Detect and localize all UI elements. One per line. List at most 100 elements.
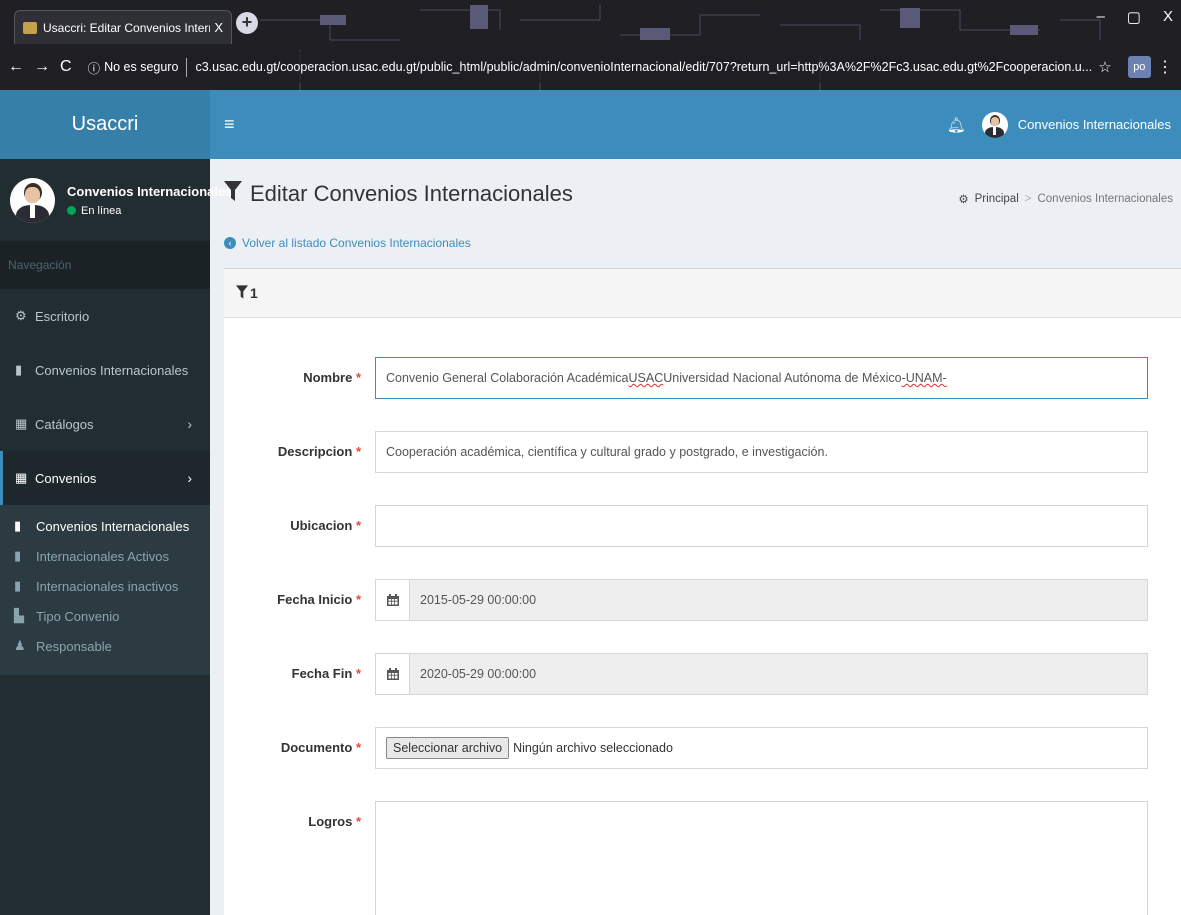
ubicacion-input[interactable] bbox=[375, 505, 1148, 547]
sidebar: Convenios Internacionales En línea Naveg… bbox=[0, 159, 232, 915]
page-title-text: Editar Convenios Internacionales bbox=[250, 181, 573, 206]
ubicacion-label: Ubicacion * bbox=[290, 518, 361, 533]
convenios-submenu: ▮ Convenios Internacionales ▮ Internacio… bbox=[0, 505, 210, 675]
descripcion-input[interactable]: Cooperación académica, científica y cult… bbox=[375, 431, 1148, 473]
fecha-inicio-label: Fecha Inicio * bbox=[277, 592, 361, 607]
submenu-item-tipo-convenio[interactable]: ▙ Tipo Convenio bbox=[0, 601, 210, 631]
browser-chrome: Usaccri: Editar Convenios Interna X + – … bbox=[0, 0, 1181, 90]
browser-tab[interactable]: Usaccri: Editar Convenios Interna X bbox=[14, 10, 232, 44]
online-dot-icon bbox=[67, 206, 76, 215]
user-icon: ♟ bbox=[14, 638, 26, 653]
avatar bbox=[10, 177, 55, 223]
back-link[interactable]: ‹ Volver al listado Convenios Internacio… bbox=[224, 236, 471, 250]
extension-icon[interactable]: po bbox=[1127, 56, 1151, 78]
user-status: En línea bbox=[67, 205, 232, 217]
submenu-item-label: Internacionales inactivos bbox=[36, 578, 179, 594]
favicon-icon bbox=[23, 21, 37, 34]
book-icon: ▮ bbox=[14, 518, 22, 533]
user-name: Convenios Internacionales bbox=[67, 183, 233, 199]
row-fecha-inicio: Fecha Inicio * 2015-05-29 00:00:00 bbox=[224, 579, 1181, 621]
new-tab-button[interactable]: + bbox=[236, 12, 258, 34]
breadcrumb: ⚙ Principal > Convenios Internacionales bbox=[958, 192, 1173, 206]
main-content: Editar Convenios Internacionales ⚙ Princ… bbox=[210, 159, 1181, 915]
submenu-item-label: Responsable bbox=[36, 638, 112, 654]
app-logo[interactable]: Usaccri bbox=[0, 90, 210, 159]
box-title: 1 bbox=[250, 285, 258, 301]
browser-menu-icon[interactable]: ⋮ bbox=[1157, 57, 1173, 77]
fecha-inicio-input[interactable]: 2015-05-29 00:00:00 bbox=[375, 579, 1148, 621]
window-controls: – ▢ X bbox=[1096, 8, 1173, 26]
row-fecha-fin: Fecha Fin * 2020-05-29 00:00:00 bbox=[224, 653, 1181, 695]
bell-icon[interactable]: 🔔︎ bbox=[947, 116, 966, 134]
sidebar-item-label: Convenios Internacionales bbox=[35, 362, 189, 378]
logros-label: Logros * bbox=[308, 814, 361, 829]
submenu-item-label: Internacionales Activos bbox=[36, 548, 169, 564]
close-window-button[interactable]: X bbox=[1163, 8, 1173, 26]
sidebar-item-label: Escritorio bbox=[35, 308, 90, 324]
app-header: Usaccri ≡ 🔔︎ Convenios Internacionales bbox=[0, 90, 1181, 159]
address-bar-row: ← → C ⓘ No es seguro c3.usac.edu.gt/coop… bbox=[0, 44, 1181, 90]
sidebar-item-convenios-internacionales[interactable]: ▮ Convenios Internacionales bbox=[0, 343, 210, 397]
sidebar-item-catalogos[interactable]: ▦ Catálogos › bbox=[0, 397, 210, 451]
back-arrow-icon[interactable]: ← bbox=[8, 58, 24, 76]
breadcrumb-separator: > bbox=[1024, 193, 1032, 205]
chevron-right-icon: › bbox=[187, 416, 192, 432]
file-status: Ningún archivo seleccionado bbox=[513, 741, 673, 755]
fecha-fin-value: 2020-05-29 00:00:00 bbox=[420, 667, 537, 681]
sidebar-toggle-icon[interactable]: ≡ bbox=[224, 114, 235, 135]
user-menu-name: Convenios Internacionales bbox=[1017, 117, 1171, 132]
logros-textarea[interactable] bbox=[375, 801, 1148, 915]
nombre-label: Nombre * bbox=[303, 370, 361, 385]
book-icon: ▮ bbox=[14, 548, 22, 563]
bookmark-star-icon[interactable]: ☆ bbox=[1098, 58, 1111, 76]
tab-close-icon[interactable]: X bbox=[214, 20, 223, 35]
minimize-button[interactable]: – bbox=[1096, 8, 1104, 26]
user-panel: Convenios Internacionales En línea bbox=[0, 159, 232, 241]
dashboard-icon: ⚙ bbox=[958, 194, 969, 206]
top-navbar: ≡ 🔔︎ Convenios Internacionales bbox=[210, 90, 1181, 159]
avatar bbox=[981, 111, 1008, 138]
filter-icon bbox=[224, 181, 242, 207]
sidebar-item-escritorio[interactable]: ⚙ Escritorio bbox=[0, 289, 210, 343]
submenu-item-internacionales-inactivos[interactable]: ▮ Internacionales inactivos bbox=[0, 571, 210, 601]
fecha-inicio-value: 2015-05-29 00:00:00 bbox=[420, 593, 537, 607]
row-ubicacion: Ubicacion * bbox=[224, 505, 1181, 547]
form-box: 1 Nombre * Convenio General Colaboración… bbox=[224, 268, 1181, 915]
fecha-fin-label: Fecha Fin * bbox=[291, 666, 361, 681]
fecha-fin-input[interactable]: 2020-05-29 00:00:00 bbox=[375, 653, 1148, 695]
breadcrumb-home[interactable]: Principal bbox=[975, 193, 1019, 205]
submenu-item-internacionales-activos[interactable]: ▮ Internacionales Activos bbox=[0, 541, 210, 571]
submenu-item-convenios-internacionales[interactable]: ▮ Convenios Internacionales bbox=[0, 511, 210, 541]
reload-icon[interactable]: C bbox=[60, 58, 72, 76]
breadcrumb-current: Convenios Internacionales bbox=[1037, 193, 1173, 205]
select-file-button[interactable]: Seleccionar archivo bbox=[386, 737, 510, 759]
documento-file-input: Seleccionar archivo Ningún archivo selec… bbox=[375, 727, 1148, 769]
bookmark-icon: ▙ bbox=[14, 608, 24, 623]
descripcion-label: Descripcion * bbox=[277, 444, 361, 459]
url-text: c3.usac.edu.gt/cooperacion.usac.edu.gt/p… bbox=[195, 60, 1093, 74]
submenu-item-responsable[interactable]: ♟ Responsable bbox=[0, 631, 210, 661]
url-bar[interactable]: ⓘ No es seguro c3.usac.edu.gt/cooperacio… bbox=[79, 51, 1120, 83]
calendar-icon[interactable] bbox=[376, 654, 410, 694]
user-status-label: En línea bbox=[81, 204, 122, 217]
sidebar-item-convenios[interactable]: ▦ Convenios › bbox=[0, 451, 210, 505]
calendar-icon[interactable] bbox=[376, 580, 410, 620]
row-nombre: Nombre * Convenio General Colaboración A… bbox=[224, 357, 1181, 399]
nombre-input[interactable]: Convenio General Colaboración Académica … bbox=[375, 357, 1148, 399]
security-label: No es seguro bbox=[104, 60, 179, 74]
back-link-label: Volver al listado Convenios Internaciona… bbox=[242, 236, 471, 250]
row-documento: Documento * Seleccionar archivo Ningún a… bbox=[224, 727, 1181, 769]
maximize-button[interactable]: ▢ bbox=[1127, 8, 1141, 26]
security-indicator[interactable]: ⓘ No es seguro bbox=[88, 57, 188, 77]
book-icon: ▮ bbox=[14, 578, 22, 593]
user-menu[interactable]: Convenios Internacionales bbox=[981, 111, 1171, 138]
sidebar-item-label: Catálogos bbox=[35, 416, 94, 432]
filter-icon bbox=[236, 284, 248, 302]
chevron-left-icon: ‹ bbox=[224, 237, 236, 249]
row-logros: Logros * bbox=[224, 801, 1181, 915]
book-icon: ▮ bbox=[15, 362, 23, 377]
forward-arrow-icon[interactable]: → bbox=[34, 58, 50, 76]
box-header: 1 bbox=[224, 269, 1181, 318]
tab-title: Usaccri: Editar Convenios Interna bbox=[43, 20, 211, 35]
sidebar-item-label: Convenios bbox=[35, 470, 97, 486]
